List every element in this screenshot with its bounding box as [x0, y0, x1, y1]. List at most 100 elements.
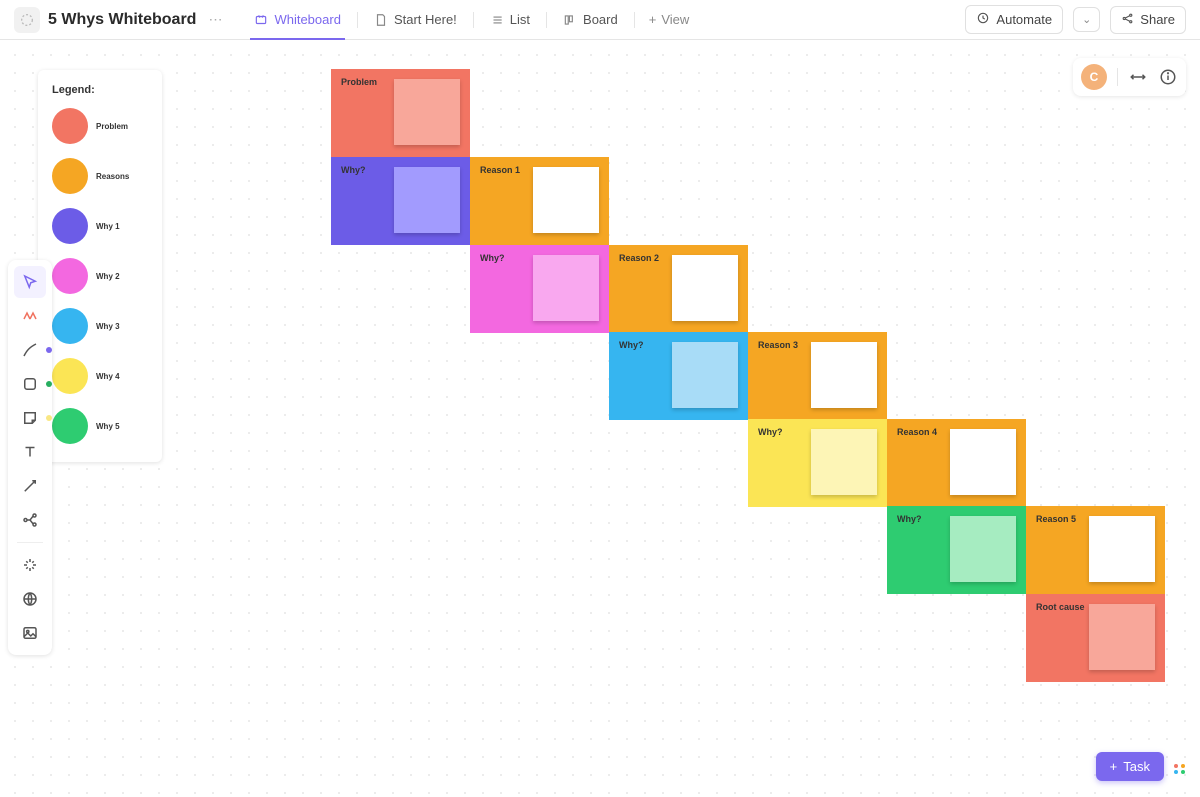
whiteboard-card[interactable]: Why? — [887, 506, 1026, 594]
whiteboard-card[interactable]: Why? — [331, 157, 470, 245]
sticky-note[interactable] — [1089, 604, 1155, 670]
legend-color-swatch — [52, 258, 88, 294]
legend-color-swatch — [52, 208, 88, 244]
color-dot-icon — [46, 381, 52, 387]
legend-panel[interactable]: Legend: ProblemReasonsWhy 1Why 2Why 3Why… — [38, 70, 162, 462]
view-tabs: Whiteboard Start Here! List Board + View — [242, 0, 699, 40]
sparkle-tool[interactable] — [14, 549, 46, 581]
apps-icon[interactable] — [1170, 759, 1190, 779]
legend-label: Why 3 — [96, 322, 120, 331]
sticky-note[interactable] — [950, 429, 1016, 495]
legend-label: Why 4 — [96, 372, 120, 381]
tab-separator — [634, 12, 635, 28]
image-tool[interactable] — [14, 617, 46, 649]
sticky-note[interactable] — [950, 516, 1016, 582]
whiteboard-card[interactable]: Reason 2 — [609, 245, 748, 333]
chevron-down-icon: ⌄ — [1082, 14, 1091, 26]
tab-separator — [473, 12, 474, 28]
whiteboard-icon — [254, 13, 268, 27]
mindmap-tool[interactable] — [14, 504, 46, 536]
sticky-note[interactable] — [394, 79, 460, 145]
info-icon[interactable] — [1158, 67, 1178, 87]
top-bar: 5 Whys Whiteboard ⋯ Whiteboard Start Her… — [0, 0, 1200, 40]
text-tool[interactable] — [14, 436, 46, 468]
sticky-note[interactable] — [1089, 516, 1155, 582]
legend-label: Why 1 — [96, 222, 120, 231]
whiteboard-card[interactable]: Why? — [470, 245, 609, 333]
connector-tool[interactable] — [14, 470, 46, 502]
share-label: Share — [1140, 12, 1175, 27]
share-button[interactable]: Share — [1110, 6, 1186, 34]
more-icon[interactable]: ⋯ — [204, 11, 226, 28]
canvas-controls: C — [1073, 58, 1186, 96]
separator — [1117, 68, 1118, 86]
new-task-button[interactable]: + Task — [1096, 752, 1164, 781]
fit-width-icon[interactable] — [1128, 67, 1148, 87]
card-label: Reason 4 — [887, 419, 950, 507]
sticky-note-tool[interactable] — [14, 402, 46, 434]
sticky-note[interactable] — [811, 429, 877, 495]
sticky-note[interactable] — [672, 255, 738, 321]
card-label: Reason 1 — [470, 157, 533, 245]
app-icon — [14, 7, 40, 33]
cursor-tool[interactable] — [14, 266, 46, 298]
card-label: Reason 3 — [748, 332, 811, 420]
view-label: View — [661, 12, 689, 27]
sticky-note[interactable] — [533, 255, 599, 321]
legend-label: Reasons — [96, 172, 129, 181]
whiteboard-card[interactable]: Why? — [609, 332, 748, 420]
sticky-note[interactable] — [533, 167, 599, 233]
whiteboard-card[interactable]: Reason 4 — [887, 419, 1026, 507]
legend-color-swatch — [52, 308, 88, 344]
legend-item[interactable]: Why 2 — [52, 258, 148, 294]
legend-label: Why 5 — [96, 422, 120, 431]
tab-whiteboard[interactable]: Whiteboard — [242, 0, 352, 40]
automate-button[interactable]: Automate — [965, 5, 1063, 34]
pen-tool[interactable] — [14, 334, 46, 366]
add-view-button[interactable]: + View — [639, 12, 700, 27]
web-tool[interactable] — [14, 583, 46, 615]
legend-item[interactable]: Reasons — [52, 158, 148, 194]
sticky-note[interactable] — [811, 342, 877, 408]
legend-item[interactable]: Why 4 — [52, 358, 148, 394]
whiteboard-card[interactable]: Root cause — [1026, 594, 1165, 682]
whiteboard-canvas[interactable]: C Legend: ProblemReasonsWhy 1Why 2Why 3W… — [0, 40, 1200, 797]
sticky-note[interactable] — [394, 167, 460, 233]
shape-tool[interactable] — [14, 368, 46, 400]
legend-item[interactable]: Problem — [52, 108, 148, 144]
legend-item[interactable]: Why 3 — [52, 308, 148, 344]
user-avatar[interactable]: C — [1081, 64, 1107, 90]
tab-separator — [357, 12, 358, 28]
left-toolbar — [8, 260, 52, 655]
automate-label: Automate — [996, 12, 1052, 27]
automate-dropdown[interactable]: ⌄ — [1073, 7, 1100, 32]
legend-item[interactable]: Why 1 — [52, 208, 148, 244]
card-label: Root cause — [1026, 594, 1089, 682]
whiteboard-card[interactable]: Reason 1 — [470, 157, 609, 245]
plus-icon: + — [649, 12, 657, 27]
whiteboard-card[interactable]: Why? — [748, 419, 887, 507]
card-label: Why? — [887, 506, 950, 594]
tab-label: Start Here! — [394, 12, 457, 27]
list-icon — [490, 13, 504, 27]
whiteboard-card[interactable]: Reason 5 — [1026, 506, 1165, 594]
tab-list[interactable]: List — [478, 0, 542, 40]
tab-board[interactable]: Board — [551, 0, 630, 40]
whiteboard-card[interactable]: Problem — [331, 69, 470, 157]
page-title: 5 Whys Whiteboard — [48, 11, 196, 29]
card-label: Reason 5 — [1026, 506, 1089, 594]
tab-start-here[interactable]: Start Here! — [362, 0, 469, 40]
sticky-note[interactable] — [672, 342, 738, 408]
card-label: Why? — [331, 157, 394, 245]
doc-icon — [374, 13, 388, 27]
card-label: Why? — [748, 419, 811, 507]
whiteboard-card[interactable]: Reason 3 — [748, 332, 887, 420]
task-label: Task — [1123, 759, 1150, 774]
automate-icon — [976, 11, 990, 28]
legend-color-swatch — [52, 108, 88, 144]
card-label: Reason 2 — [609, 245, 672, 333]
legend-color-swatch — [52, 358, 88, 394]
tab-label: Board — [583, 12, 618, 27]
legend-item[interactable]: Why 5 — [52, 408, 148, 444]
ai-tool[interactable] — [14, 300, 46, 332]
